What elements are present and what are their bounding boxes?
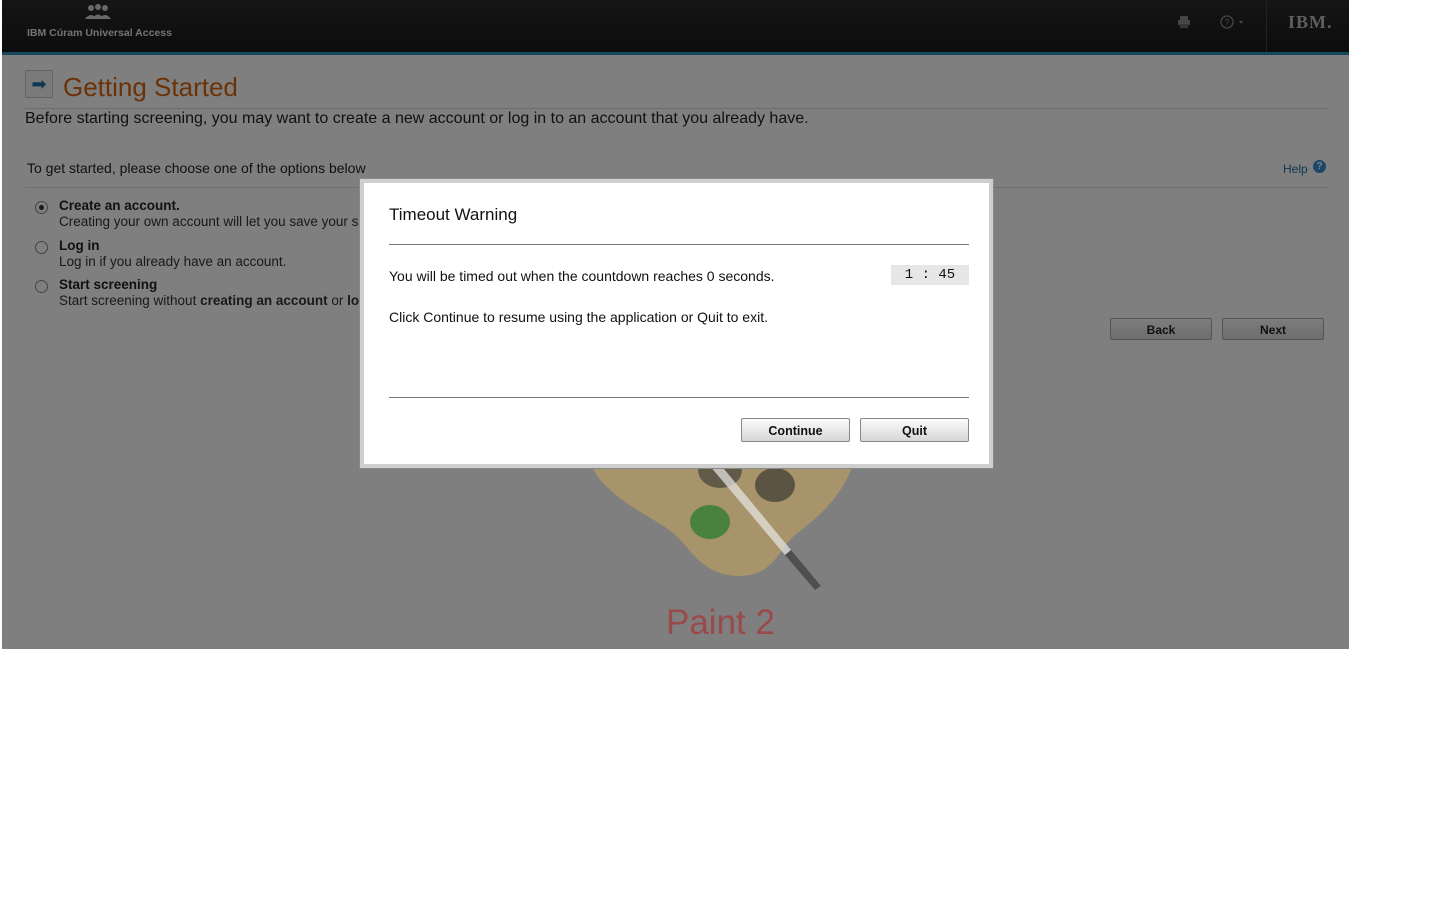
countdown-timer: 1 : 45	[891, 265, 969, 285]
app-window: IBM Cúram Universal Access ? IBM. ➡ Gett…	[2, 0, 1349, 649]
timeout-dialog: Timeout Warning You will be timed out wh…	[360, 179, 993, 468]
divider	[389, 397, 969, 398]
continue-button[interactable]: Continue	[741, 418, 850, 442]
quit-button[interactable]: Quit	[860, 418, 969, 442]
watermark-label: Paint 2	[666, 603, 775, 642]
dialog-message: You will be timed out when the countdown…	[389, 268, 775, 284]
dialog-title: Timeout Warning	[389, 205, 518, 224]
dialog-instructions: Click Continue to resume using the appli…	[389, 309, 768, 325]
divider	[389, 244, 969, 245]
